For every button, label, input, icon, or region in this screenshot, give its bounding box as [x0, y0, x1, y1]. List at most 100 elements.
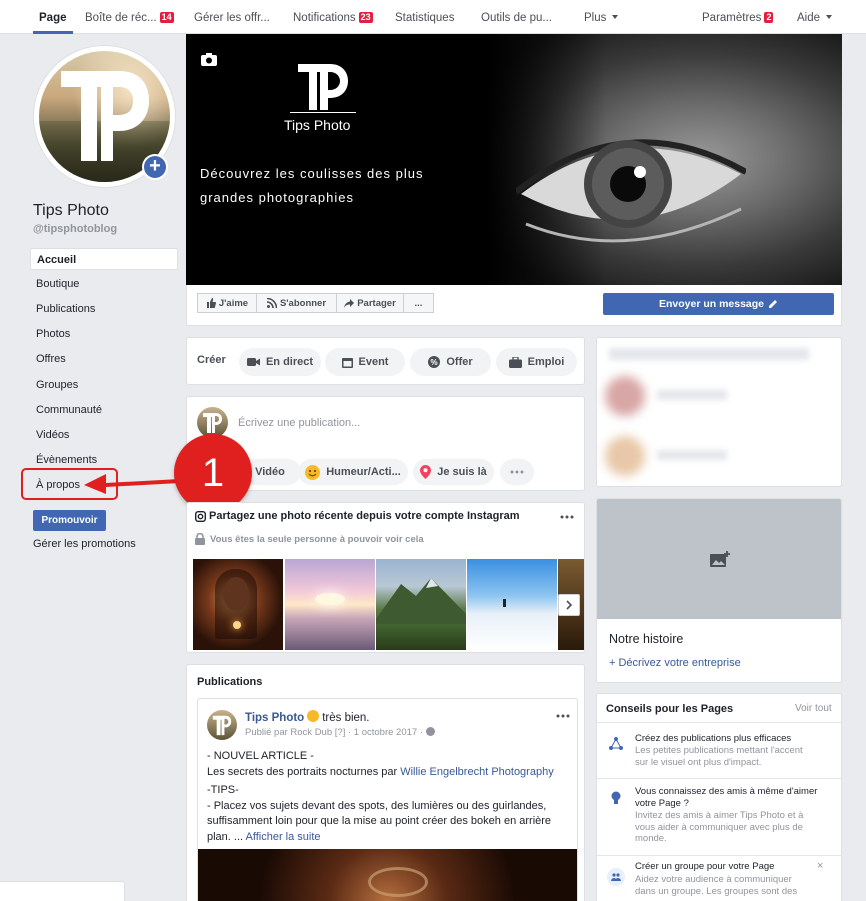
- tip-title: Créez des publications plus efficaces: [635, 733, 792, 744]
- tab-offers[interactable]: Gérer les offr...: [194, 0, 270, 34]
- sidebar-item-groups[interactable]: Groupes: [30, 374, 178, 396]
- share-arrow-icon: [344, 299, 355, 308]
- network-icon: [609, 737, 623, 750]
- offer-tag-icon: %: [428, 356, 441, 368]
- instagram-photo-4[interactable]: [467, 559, 557, 650]
- tip-item[interactable]: Créez des publications plus efficaces Le…: [597, 723, 841, 778]
- publications-header: Publications: [197, 676, 263, 688]
- like-page-button[interactable]: J'aime: [197, 293, 257, 313]
- location-pin-icon: [420, 465, 432, 479]
- photographer-link[interactable]: Willie Engelbrecht Photography: [400, 766, 553, 778]
- plus-icon: +: [144, 156, 166, 178]
- help-link[interactable]: [?]: [335, 727, 346, 738]
- add-profile-photo-button[interactable]: +: [142, 154, 168, 180]
- describe-business-link[interactable]: + Décrivez votre entreprise: [609, 657, 741, 669]
- cover-photo[interactable]: Tips Photo Découvrez les coulisses des p…: [186, 34, 842, 285]
- sidebar-item-community[interactable]: Communauté: [30, 399, 178, 421]
- tip-title: Vous connaissez des amis à même d'aimer …: [635, 786, 818, 809]
- go-live-button[interactable]: En direct: [239, 348, 321, 376]
- more-icon[interactable]: [556, 714, 570, 718]
- tab-more[interactable]: Plus: [584, 0, 619, 34]
- profile-picture-frame[interactable]: +: [33, 45, 176, 188]
- sidebar-item-home[interactable]: Accueil: [30, 248, 178, 270]
- more-options-button[interactable]: [500, 459, 534, 485]
- notifications-badge: 23: [358, 12, 373, 23]
- tip-item[interactable]: Créer un groupe pour votre Page × Aidez …: [597, 856, 841, 901]
- sidebar-item-videos[interactable]: Vidéos: [30, 424, 178, 446]
- post-date-link[interactable]: 1 octobre 2017: [354, 727, 417, 738]
- chat-bar[interactable]: [0, 881, 125, 901]
- blurred-text: [657, 390, 727, 400]
- manage-promotions-link[interactable]: Gérer les promotions: [33, 538, 136, 550]
- post-header: Tips Photo très bien.: [245, 710, 370, 724]
- svg-text:%: %: [431, 358, 438, 367]
- thumbs-up-icon: [206, 298, 216, 308]
- post-line-4: - Placez vos sujets devant des spots, de…: [207, 799, 547, 812]
- tips-header: Conseils pour les Pages: [606, 703, 734, 715]
- post-line-1: - NOUVEL ARTICLE -: [207, 750, 314, 762]
- cover-tagline-line2: grandes photographies: [200, 190, 354, 205]
- story-card: Notre histoire + Décrivez votre entrepri…: [596, 498, 842, 683]
- post-line-2: Les secrets des portraits nocturnes par …: [207, 765, 554, 778]
- instagram-privacy-note: Vous êtes la seule personne à pouvoir vo…: [210, 534, 424, 545]
- tips-photo-cover-logo-icon: [298, 64, 348, 110]
- post-author-link[interactable]: Tips Photo: [245, 712, 304, 724]
- feeling-activity-button[interactable]: Humeur/Acti...: [298, 459, 408, 485]
- more-actions-button[interactable]: ...: [403, 293, 434, 313]
- calendar-icon: [341, 357, 353, 368]
- page-name[interactable]: Tips Photo: [33, 202, 109, 220]
- create-offer-button[interactable]: % Offer: [410, 348, 491, 376]
- blurred-title: [609, 348, 809, 360]
- instagram-photo-2[interactable]: [285, 559, 375, 650]
- create-event-button[interactable]: Event: [325, 348, 405, 376]
- see-more-link[interactable]: Afficher la suite: [246, 831, 321, 843]
- see-all-link[interactable]: Voir tout: [795, 703, 832, 714]
- check-in-button[interactable]: Je suis là: [413, 459, 494, 485]
- create-card: Créer En direct Event % Offer Emploi: [186, 337, 585, 385]
- chevron-down-icon: [826, 15, 833, 19]
- instagram-icon: [195, 511, 206, 522]
- tab-statistics[interactable]: Statistiques: [395, 0, 454, 34]
- top-navigation: Page Boîte de réc... 14 Gérer les offr...…: [0, 0, 866, 34]
- blurred-avatar: [605, 436, 645, 476]
- post-line-5: suffisamment loin pour que la mise au po…: [207, 815, 552, 827]
- page-action-bar: J'aime S'abonner Partager ... Envoyer un…: [186, 285, 842, 326]
- close-icon[interactable]: ×: [817, 860, 823, 872]
- sidebar-item-offers[interactable]: Offres: [30, 348, 178, 370]
- sidebar-item-photos[interactable]: Photos: [30, 323, 178, 345]
- more-icon[interactable]: [560, 515, 574, 519]
- chevron-right-icon: [565, 600, 572, 610]
- tab-inbox[interactable]: Boîte de réc... 14: [85, 0, 174, 34]
- story-cover[interactable]: [597, 499, 841, 619]
- composer-input[interactable]: Écrivez une publication...: [238, 417, 360, 429]
- blurred-avatar: [605, 376, 645, 416]
- group-icon: [607, 868, 625, 886]
- instagram-photo-1[interactable]: [193, 559, 283, 650]
- share-button[interactable]: Partager: [336, 293, 404, 313]
- post-meta: Publié par Rock Dub [?] · 1 octobre 2017…: [245, 727, 435, 738]
- sidebar-item-shop[interactable]: Boutique: [30, 273, 178, 295]
- blurred-text: [657, 450, 727, 460]
- annotation-number-badge: 1: [174, 434, 252, 512]
- create-job-button[interactable]: Emploi: [496, 348, 577, 376]
- post-image[interactable]: [198, 849, 577, 901]
- instagram-photo-3[interactable]: [376, 559, 466, 650]
- camera-icon[interactable]: [200, 52, 218, 67]
- send-message-button[interactable]: Envoyer un message: [603, 293, 834, 315]
- page-handle[interactable]: @tipsphotoblog: [33, 223, 117, 235]
- next-photos-button[interactable]: [558, 594, 580, 616]
- subscribe-button[interactable]: S'abonner: [256, 293, 337, 313]
- tab-notifications[interactable]: Notifications 23: [293, 0, 373, 34]
- tab-help[interactable]: Aide: [797, 0, 833, 34]
- tab-publishing-tools[interactable]: Outils de pu...: [481, 0, 552, 34]
- post-body: - NOUVEL ARTICLE - Les secrets des portr…: [207, 749, 572, 845]
- tab-page[interactable]: Page: [33, 0, 73, 34]
- promote-button[interactable]: Promouvoir: [33, 510, 106, 531]
- sidebar-item-posts[interactable]: Publications: [30, 298, 178, 320]
- more-icon: [510, 470, 524, 474]
- tip-body: Aidez votre audience à communiquer dans u…: [635, 874, 798, 897]
- tip-body: Les petites publications mettant l'accen…: [635, 745, 803, 768]
- tip-item[interactable]: Vous connaissez des amis à même d'aimer …: [597, 779, 841, 854]
- tab-settings[interactable]: Paramètres 2: [702, 0, 774, 34]
- instagram-card: Partagez une photo récente depuis votre …: [186, 502, 585, 653]
